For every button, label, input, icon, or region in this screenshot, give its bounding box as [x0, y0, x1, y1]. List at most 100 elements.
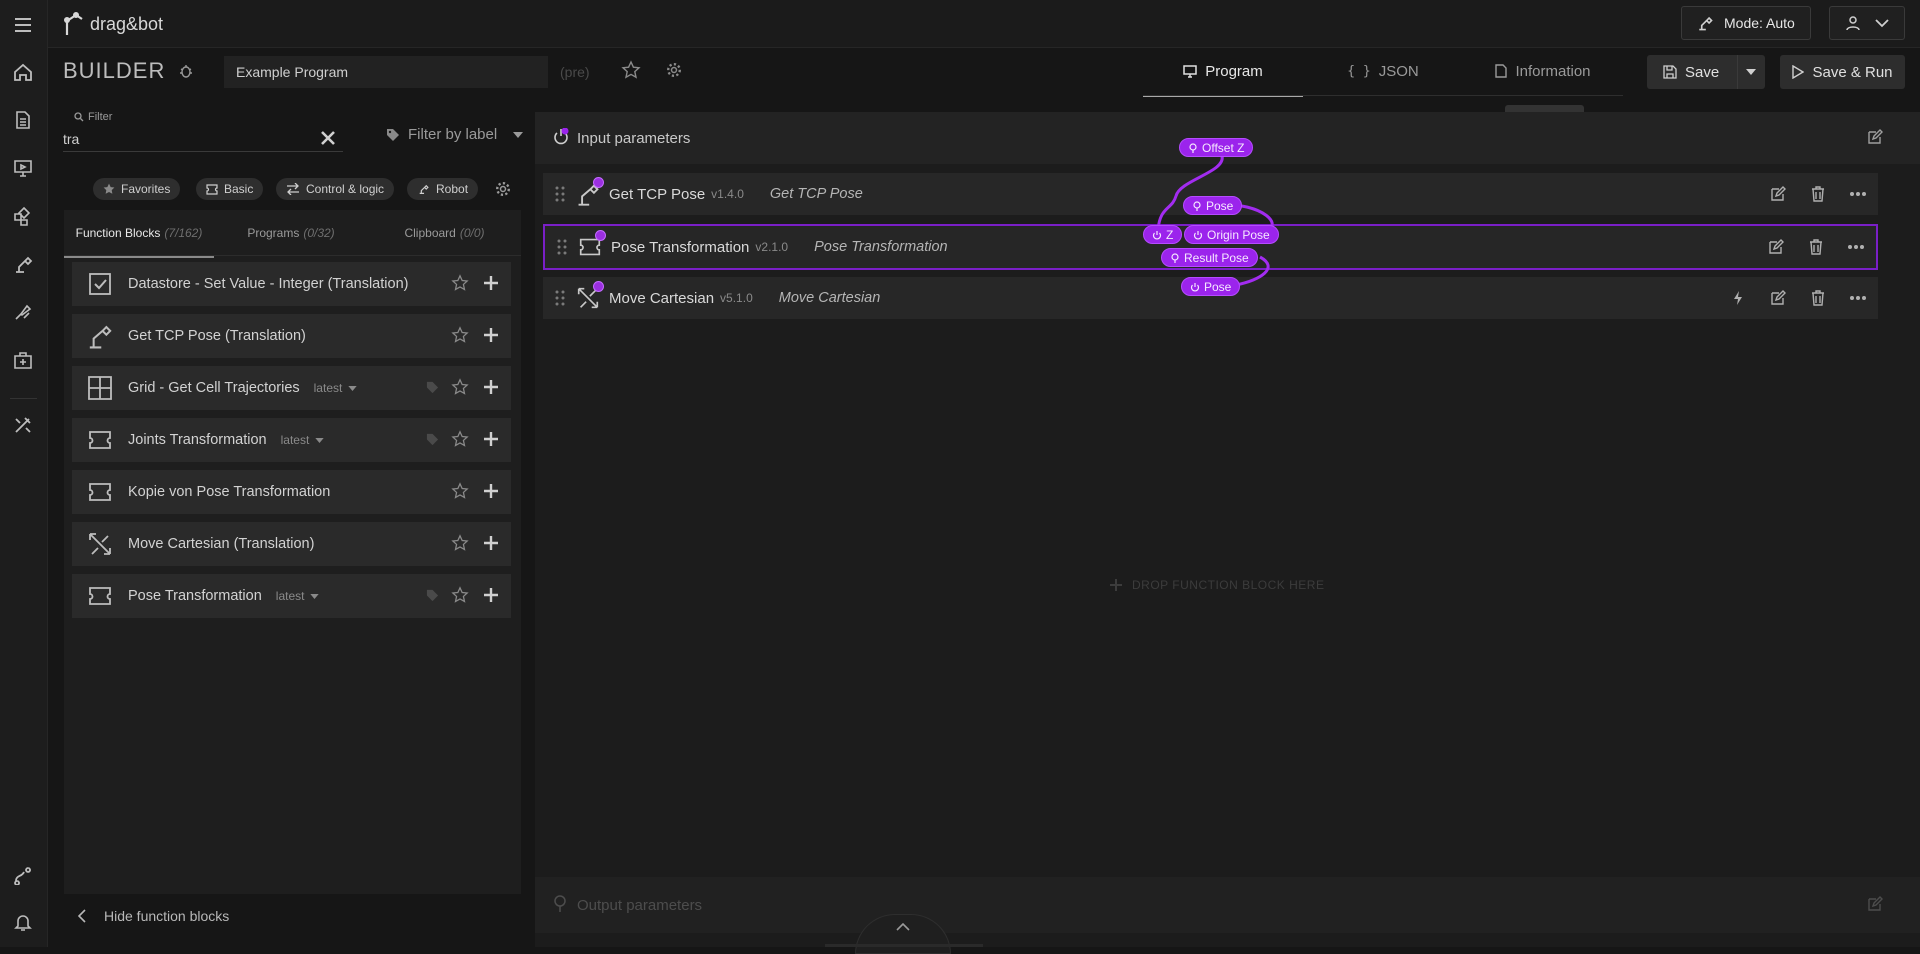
- tag-icon[interactable]: [426, 589, 439, 602]
- add-icon[interactable]: [483, 275, 499, 291]
- delete-button[interactable]: [1798, 173, 1838, 215]
- home-icon[interactable]: [12, 61, 34, 83]
- function-block-item[interactable]: Move Cartesian (Translation): [72, 522, 511, 566]
- save-options-button[interactable]: [1736, 55, 1765, 89]
- chip-robot[interactable]: Robot: [407, 178, 479, 200]
- hide-function-blocks-button[interactable]: Hide function blocks: [78, 908, 229, 924]
- star-icon[interactable]: [451, 482, 469, 500]
- tab-information-label: Information: [1515, 62, 1591, 80]
- add-icon[interactable]: [483, 431, 499, 447]
- star-icon[interactable]: [451, 534, 469, 552]
- pill-pose-input[interactable]: Pose: [1181, 277, 1241, 296]
- pill-pose-output[interactable]: Pose: [1183, 196, 1243, 215]
- file-icon[interactable]: [12, 109, 34, 131]
- edit-button[interactable]: [1758, 277, 1798, 319]
- pill-result-pose-output[interactable]: Result Pose: [1161, 248, 1258, 267]
- drop-zone[interactable]: DROP FUNCTION BLOCK HERE: [1110, 578, 1324, 592]
- document-icon: [1495, 64, 1508, 78]
- function-block-name: Grid - Get Cell Trajectories: [128, 380, 300, 396]
- tools-icon[interactable]: [12, 414, 34, 436]
- toolbox-icon[interactable]: [12, 349, 34, 371]
- bug-icon[interactable]: [178, 63, 194, 79]
- clear-icon[interactable]: [320, 130, 336, 146]
- pill-origin-pose-input[interactable]: Origin Pose: [1184, 225, 1279, 244]
- output-icon: [554, 895, 566, 912]
- gear-icon[interactable]: [666, 62, 682, 78]
- chip-control-logic[interactable]: Control & logic: [276, 178, 395, 200]
- program-name-input[interactable]: [224, 56, 548, 88]
- star-icon[interactable]: [621, 60, 641, 80]
- tab-function-blocks[interactable]: Function Blocks (7/162): [64, 210, 214, 258]
- tab-program[interactable]: Program: [1143, 47, 1303, 97]
- add-icon[interactable]: [483, 327, 499, 343]
- star-icon[interactable]: [451, 378, 469, 396]
- robot-arm-icon[interactable]: [12, 253, 34, 275]
- version-selector[interactable]: latest: [314, 381, 358, 395]
- add-icon[interactable]: [483, 483, 499, 499]
- version-selector[interactable]: latest: [281, 433, 325, 447]
- tag-icon[interactable]: [426, 381, 439, 394]
- tab-clipboard[interactable]: Clipboard (0/0): [368, 210, 521, 256]
- puzzle-icon: [89, 587, 111, 605]
- gear-icon[interactable]: [495, 181, 511, 197]
- blocks-icon[interactable]: [12, 205, 34, 227]
- tab-information[interactable]: Information: [1463, 47, 1623, 95]
- star-icon[interactable]: [451, 274, 469, 292]
- function-block-name: Datastore - Set Value - Integer (Transla…: [128, 276, 409, 292]
- function-block-item[interactable]: Joints Transformation latest: [72, 418, 511, 462]
- chip-basic[interactable]: Basic: [196, 178, 264, 200]
- function-block-item[interactable]: Pose Transformation latest: [72, 574, 511, 618]
- add-icon[interactable]: [483, 535, 499, 551]
- function-block-item[interactable]: Datastore - Set Value - Integer (Transla…: [72, 262, 511, 306]
- tab-json[interactable]: { } JSON: [1303, 47, 1463, 95]
- drag-handle-icon[interactable]: [555, 290, 565, 306]
- save-button[interactable]: Save: [1647, 64, 1737, 81]
- delete-button[interactable]: [1798, 277, 1838, 319]
- robot-arm-icon: [575, 177, 604, 207]
- more-button[interactable]: [1838, 173, 1878, 215]
- star-icon[interactable]: [451, 430, 469, 448]
- puzzle-icon: [89, 431, 111, 449]
- more-button[interactable]: [1836, 226, 1876, 268]
- star-icon[interactable]: [451, 326, 469, 344]
- output-parameters-label: Output parameters: [577, 897, 703, 914]
- function-block-item[interactable]: Kopie von Pose Transformation: [72, 470, 511, 514]
- app-logo[interactable]: drag&bot: [62, 8, 163, 40]
- add-icon[interactable]: [483, 587, 499, 603]
- drag-handle-icon[interactable]: [557, 239, 567, 255]
- menu-icon[interactable]: [12, 14, 34, 36]
- more-button[interactable]: [1838, 277, 1878, 319]
- checkbox-icon: [89, 273, 111, 295]
- page-title: BUILDER: [63, 58, 166, 83]
- function-block-item[interactable]: Grid - Get Cell Trajectories latest: [72, 366, 511, 410]
- add-icon[interactable]: [483, 379, 499, 395]
- edit-button[interactable]: [1758, 173, 1798, 215]
- drag-handle-icon[interactable]: [555, 186, 565, 202]
- user-menu-button[interactable]: [1829, 6, 1905, 40]
- gripper-icon[interactable]: [12, 301, 34, 323]
- pill-z-input[interactable]: Z: [1143, 225, 1183, 244]
- trash-icon: [1810, 239, 1822, 255]
- chip-favorites[interactable]: Favorites: [93, 178, 181, 200]
- edit-icon[interactable]: [1867, 129, 1883, 145]
- pill-label: Offset Z: [1202, 140, 1245, 155]
- edit-icon[interactable]: [1867, 896, 1883, 912]
- mode-button[interactable]: Mode: Auto: [1681, 6, 1811, 40]
- function-block-item[interactable]: Get TCP Pose (Translation): [72, 314, 511, 358]
- label-filter-dropdown[interactable]: Filter by label: [386, 126, 524, 143]
- tab-programs[interactable]: Programs (0/32): [214, 210, 368, 256]
- version-selector[interactable]: latest: [276, 589, 320, 603]
- delete-button[interactable]: [1796, 226, 1836, 268]
- filter-input[interactable]: [63, 127, 343, 152]
- star-icon[interactable]: [451, 586, 469, 604]
- star-icon: [103, 183, 115, 194]
- move-cartesian-icon: [575, 281, 604, 311]
- monitor-icon[interactable]: [12, 157, 34, 179]
- tag-icon[interactable]: [426, 433, 439, 446]
- edit-button[interactable]: [1756, 226, 1796, 268]
- pill-offset-z[interactable]: Offset Z: [1179, 138, 1254, 157]
- execute-button[interactable]: [1718, 277, 1758, 319]
- bell-icon[interactable]: [12, 911, 34, 933]
- save-and-run-button[interactable]: Save & Run: [1780, 55, 1905, 89]
- route-icon[interactable]: [12, 863, 34, 885]
